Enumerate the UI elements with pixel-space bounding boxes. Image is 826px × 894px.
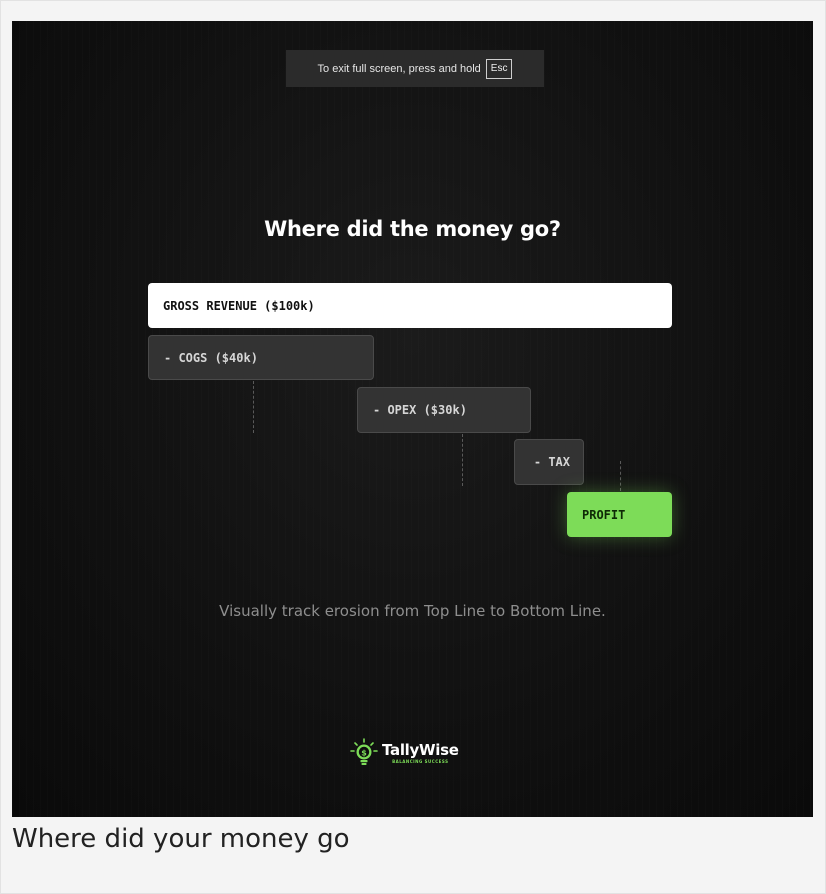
fullscreen-exit-message: To exit full screen, press and hold (317, 62, 481, 75)
svg-text:$: $ (361, 748, 367, 757)
waterfall-bar-tax: - TAX (514, 439, 584, 485)
waterfall-connector-tax (620, 461, 621, 491)
waterfall-connector-cogs (253, 381, 254, 433)
media-caption: Where did your money go (12, 824, 350, 854)
lightbulb-dollar-icon: $ (350, 738, 378, 765)
slide-tagline: Visually track erosion from Top Line to … (219, 602, 606, 620)
logo-tagline: BALANCING SUCCESS (392, 758, 449, 764)
waterfall-bar-cogs: - COGS ($40k) (148, 335, 374, 380)
media-frame: To exit full screen, press and hold Esc … (0, 0, 826, 894)
waterfall-bar-revenue: GROSS REVENUE ($100k) (148, 283, 672, 328)
waterfall-bar-profit: PROFIT (567, 492, 672, 537)
logo-wordmark: TallyWise (382, 740, 459, 759)
waterfall-bar-opex: - OPEX ($30k) (357, 387, 531, 433)
waterfall-connector-opex (462, 434, 463, 486)
video-stage[interactable]: To exit full screen, press and hold Esc … (12, 21, 813, 817)
esc-key-badge: Esc (485, 58, 513, 79)
fullscreen-exit-banner: To exit full screen, press and hold Esc (286, 50, 544, 87)
slide-headline: Where did the money go? (264, 217, 561, 241)
tallywise-logo: $ TallyWise BALANCING SUCCESS (350, 738, 459, 768)
